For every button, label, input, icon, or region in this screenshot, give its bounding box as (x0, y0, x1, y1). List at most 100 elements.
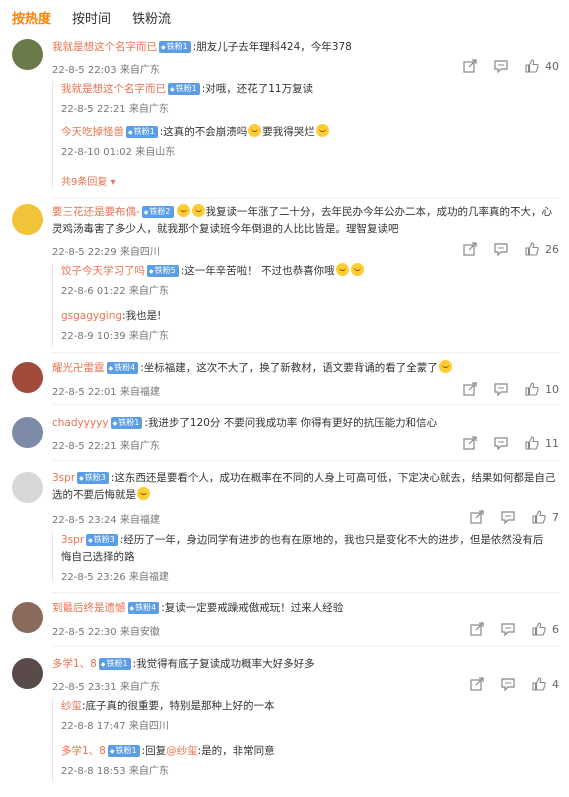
comment-content: :复读一定要戒躁戒傲戒玩！过来人经验 (161, 602, 344, 614)
fan-badge: 铁粉1 (159, 41, 191, 53)
reply: gsgagyging:我也是! 22-8-9 10:39 来自广东 (61, 308, 549, 342)
like-count: 11 (545, 436, 559, 450)
username[interactable]: chadyyyyy (52, 417, 109, 429)
like-count: 10 (545, 382, 559, 396)
like-button[interactable]: 7 (532, 510, 559, 524)
divider (52, 460, 559, 461)
dizzy-emoji-icon (438, 360, 452, 373)
reply-meta: 22-8-10 01:02 来自山东 (61, 147, 176, 158)
comment-actions: 6 (453, 622, 559, 636)
username[interactable]: 纱玺 (61, 700, 82, 712)
tab-hot[interactable]: 按热度 (12, 8, 51, 27)
reply-meta: 22-8-8 17:47 来自四川 (61, 721, 169, 732)
username[interactable]: 饺子今天学习了吗 (61, 265, 145, 277)
like-button[interactable]: 10 (525, 382, 559, 396)
cheer-emoji-icon (350, 263, 364, 276)
like-button[interactable]: 40 (525, 59, 559, 73)
avatar[interactable] (12, 362, 43, 393)
username[interactable]: 今天吃掉怪兽 (61, 126, 124, 138)
avatar[interactable] (12, 204, 43, 235)
fan-badge: 铁粉2 (141, 206, 174, 218)
share-button[interactable] (470, 677, 484, 691)
thumbs-up-icon (525, 382, 539, 396)
share-button[interactable] (463, 436, 477, 450)
divider (52, 404, 559, 405)
smile-emoji-icon (335, 263, 349, 276)
username[interactable]: 多学1、8 (61, 745, 106, 757)
crying-emoji-icon (315, 124, 329, 137)
avatar[interactable] (12, 39, 43, 70)
avatar[interactable] (12, 602, 43, 633)
comment-button[interactable] (501, 622, 515, 636)
username[interactable]: 多学1、8 (52, 658, 97, 670)
mention-link[interactable]: @纱玺 (166, 745, 198, 757)
username[interactable]: 我就是想这个名字而已 (52, 41, 157, 53)
like-button[interactable]: 11 (525, 436, 559, 450)
reply-meta: 22-8-6 01:22 来自广东 (61, 286, 169, 297)
username[interactable]: 耀光卍雷霆 (52, 362, 105, 374)
comment-icon (494, 383, 508, 396)
fan-badge: 铁粉3 (86, 534, 118, 546)
avatar[interactable] (12, 417, 43, 448)
comment-button[interactable] (494, 59, 508, 73)
username[interactable]: 3spr (52, 472, 75, 484)
fan-badge: 铁粉1 (126, 126, 158, 138)
comment-icon (494, 60, 508, 73)
share-button[interactable] (470, 510, 484, 524)
username[interactable]: gsgagyging (61, 310, 122, 322)
reply-content: :这真的不会崩溃吗 (159, 126, 248, 138)
comment-text: 耀光卍雷霆铁粉4:坐标福建，这次不大了，换了新教材，语文要背诵的看了全蒙了 (52, 360, 559, 377)
share-icon (470, 622, 484, 636)
comment-actions: 26 (446, 242, 559, 256)
comment-text: chadyyyyy铁粉1:我进步了120分 不要问我成功率 你得有更好的抗压能力… (52, 415, 559, 432)
comment: 要三花还是要布偶-铁粉2我复读一年涨了二十分，去年民办今年公办二本，成功的几率真… (12, 204, 559, 354)
comment: 耀光卍雷霆铁粉4:坐标福建，这次不大了，换了新教材，语文要背诵的看了全蒙了 22… (12, 360, 559, 404)
reply-content: :回复 (141, 745, 167, 757)
reply: 纱玺:底子真的很重要，特别是那种上好的一本 22-8-8 17:47 来自四川 (61, 698, 549, 732)
comment: chadyyyyy铁粉1:我进步了120分 不要问我成功率 你得有更好的抗压能力… (12, 415, 559, 459)
username[interactable]: 3spr (61, 534, 84, 546)
comment-button[interactable] (494, 382, 508, 396)
like-button[interactable]: 6 (532, 622, 559, 636)
avatar[interactable] (12, 658, 43, 689)
username[interactable]: 要三花还是要布偶- (52, 206, 140, 218)
reply-meta: 22-8-5 23:26 来自福建 (61, 572, 169, 583)
like-count: 26 (545, 242, 559, 256)
reply-meta: 22-8-8 18:53 来自广东 (61, 766, 169, 777)
tab-time[interactable]: 按时间 (72, 8, 111, 27)
reply: 3spr铁粉3:经历了一年，身边同学有进步的也有在原地的，我也只是变化不大的进步… (61, 532, 549, 583)
comment-text: 我就是想这个名字而已铁粉1:朋友儿子去年理科424，今年378 (52, 39, 559, 56)
comment-text: 要三花还是要布偶-铁粉2我复读一年涨了二十分，去年民办今年公办二本，成功的几率真… (52, 204, 559, 238)
username[interactable]: 到最后终是遗憾 (52, 602, 126, 614)
share-icon (463, 59, 477, 73)
comment-meta: 22-8-5 22:30 来自安徽 (52, 627, 160, 638)
reply-meta: 22-8-5 22:21 来自广东 (61, 104, 169, 115)
reply: 多学1、8铁粉1:回复@纱玺:是的，非常同意 22-8-8 18:53 来自广东 (61, 743, 549, 777)
share-button[interactable] (463, 382, 477, 396)
comment: 3spr铁粉3:这东西还是要看个人，成功在概率在不同的人身上可高可低，下定决心就… (12, 470, 559, 590)
like-button[interactable]: 26 (525, 242, 559, 256)
fan-badge: 铁粉4 (106, 362, 139, 374)
fan-badge: 铁粉3 (77, 472, 109, 484)
share-button[interactable] (470, 622, 484, 636)
reply-content-tail: 要我得哭烂 (262, 126, 315, 138)
username[interactable]: 我就是想这个名字而已 (61, 83, 166, 95)
avatar[interactable] (12, 472, 43, 503)
reply: 饺子今天学习了吗铁粉5:这一年辛苦啦！ 不过也恭喜你哦 22-8-6 01:22… (61, 263, 549, 297)
share-button[interactable] (463, 59, 477, 73)
more-replies-link[interactable]: 共9条回复 ▾ (61, 173, 116, 188)
like-button[interactable]: 4 (532, 677, 559, 691)
reply: 今天吃掉怪兽铁粉1:这真的不会崩溃吗 要我得哭烂 22-8-10 01:02 来自… (61, 124, 549, 158)
comment-button[interactable] (501, 677, 515, 691)
comment-text: 到最后终是遗憾铁粉4:复读一定要戒躁戒傲戒玩！过来人经验 (52, 600, 559, 617)
share-button[interactable] (463, 242, 477, 256)
reply-content: :这一年辛苦啦！ 不过也恭喜你哦 (180, 265, 335, 277)
comment-meta: 22-8-5 22:29 来自四川 (52, 247, 160, 258)
comment-actions: 4 (453, 677, 559, 691)
comment-button[interactable] (501, 510, 515, 524)
share-icon (463, 382, 477, 396)
fan-badge: 铁粉1 (98, 658, 131, 670)
comment-button[interactable] (494, 242, 508, 256)
comment-button[interactable] (494, 436, 508, 450)
tab-fans[interactable]: 铁粉流 (132, 8, 171, 27)
